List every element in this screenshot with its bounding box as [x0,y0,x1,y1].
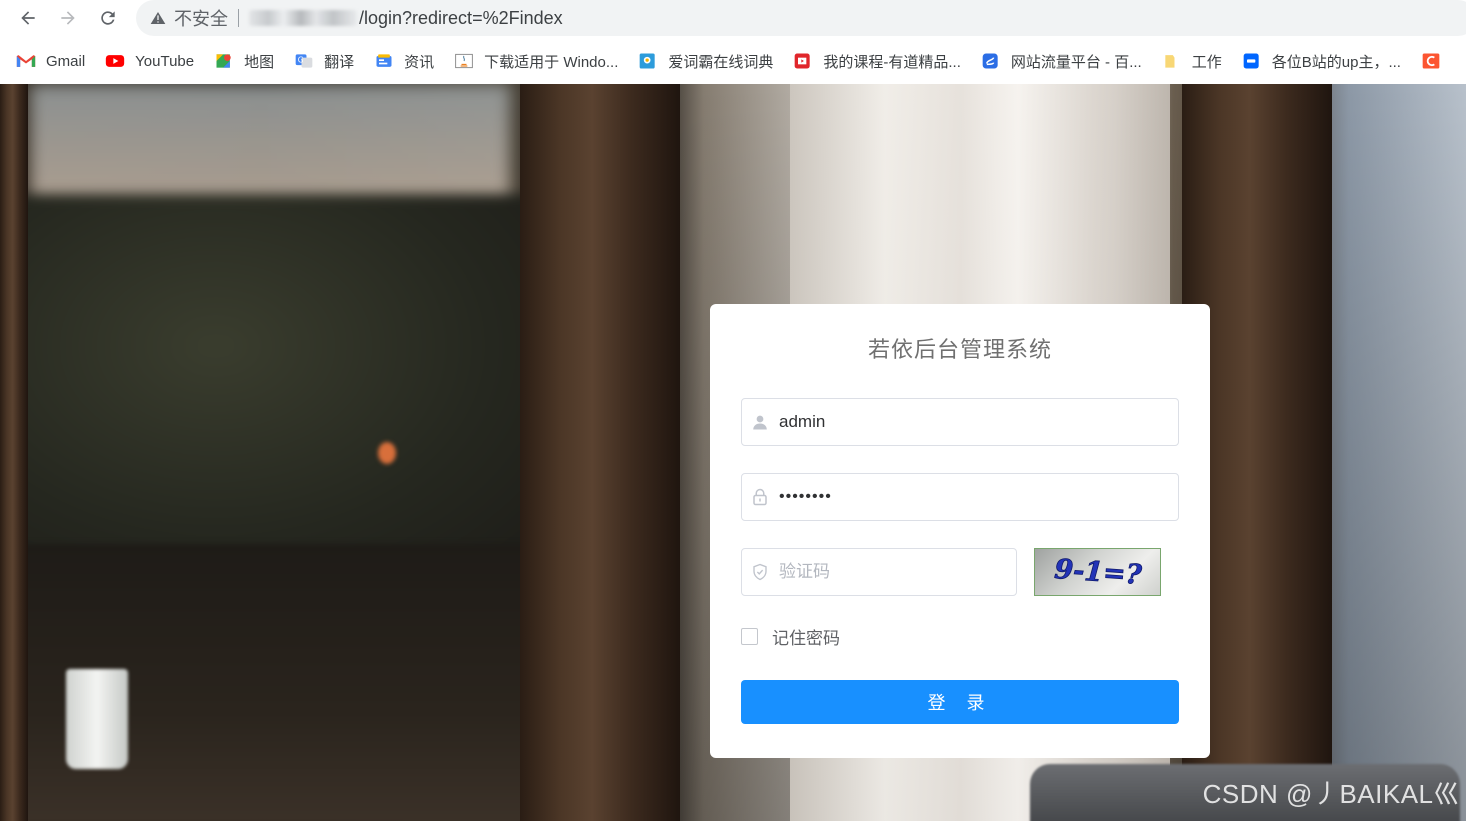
watermark: CSDN @丿BAIKAL巛 [1202,779,1460,809]
back-button[interactable] [14,4,42,32]
bookmark-news[interactable]: 资讯 [374,51,434,72]
bookmark-youtube[interactable]: YouTube [105,52,194,70]
bookmark-translate[interactable]: G 翻译 [294,51,354,72]
captcha-input[interactable] [779,549,1016,595]
redacted-host [249,10,357,26]
forward-button[interactable] [54,4,82,32]
zhihu-icon [1242,52,1262,70]
bookmark-iciba[interactable]: 爱词霸在线词典 [638,51,773,72]
captcha-image[interactable]: 9-1=? [1034,548,1161,596]
browser-chrome: 不安全 /login?redirect=%2Findex Gmail YouTu… [0,0,1466,84]
reload-icon [101,11,115,25]
folder-icon [1162,52,1182,70]
address-bar[interactable]: 不安全 /login?redirect=%2Findex [136,0,1466,36]
svg-text:9-1=?: 9-1=? [1053,554,1143,591]
iciba-icon [638,52,658,70]
password-field[interactable]: •••••••• [741,473,1179,521]
login-button[interactable]: 登 录 [741,680,1179,724]
youdao-icon [793,52,813,70]
bookmark-folder-work[interactable]: 工作 [1162,51,1222,72]
background-cup [66,669,128,769]
username-input[interactable] [779,399,1178,445]
captcha-graphic: 9-1=? [1052,554,1143,592]
arrow-left-icon [21,11,35,25]
maps-icon [214,52,234,70]
user-icon [751,413,769,431]
java-icon [454,52,474,70]
url-path: /login?redirect=%2Findex [359,7,563,28]
bookmark-baidu-tongji[interactable]: 网站流量平台 - 百... [981,51,1142,72]
bookmark-gmail[interactable]: Gmail [16,52,85,70]
baidu-tongji-icon [981,52,1001,70]
captcha-field[interactable] [741,548,1017,596]
bookmark-youdao[interactable]: 我的课程-有道精品... [793,51,961,72]
remember-password[interactable]: 记住密码 [741,624,840,649]
bookmark-zhihu[interactable]: 各位B站的up主，... [1242,51,1401,72]
security-indicator[interactable]: 不安全 [174,5,228,31]
bookmarks-bar: Gmail YouTube 地图 G 翻译 资讯 下载适用于 Windo... … [0,44,1466,78]
login-form: 若依后台管理系统 •••••••• 9-1=? 记住密码 登 录 [710,304,1210,758]
lock-icon [751,488,769,506]
remember-checkbox[interactable] [741,628,758,645]
bookmark-java-download[interactable]: 下载适用于 Windo... [454,51,618,72]
bookmark-csdn[interactable] [1421,52,1451,70]
username-field[interactable] [741,398,1179,446]
background-post-left [0,84,28,821]
translate-icon: G [294,52,314,70]
bookmark-maps[interactable]: 地图 [214,51,274,72]
news-icon [374,52,394,70]
login-title: 若依后台管理系统 [867,337,1052,362]
youtube-icon [105,52,125,70]
address-separator [238,9,239,27]
arrow-right-icon [61,11,75,25]
background-light [378,442,396,464]
reload-button[interactable] [94,4,122,32]
svg-text:G: G [298,56,304,65]
warning-icon[interactable] [150,10,166,26]
background-trees [0,194,540,574]
csdn-icon [1421,52,1441,70]
background-post-middle [520,84,680,821]
shield-check-icon [751,563,769,581]
remember-label: 记住密码 [772,629,840,648]
gmail-icon [16,52,36,70]
password-input[interactable]: •••••••• [779,488,832,506]
